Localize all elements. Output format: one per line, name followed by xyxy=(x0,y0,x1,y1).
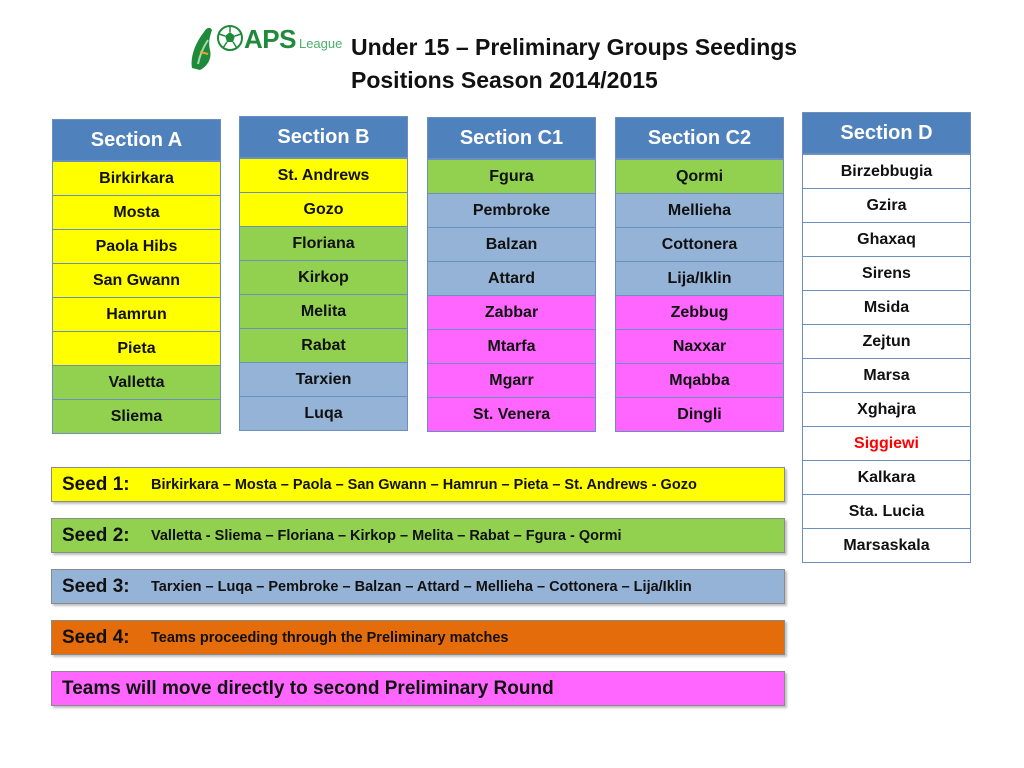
section-c1-table: Section C1 Fgura Pembroke Balzan Attard … xyxy=(427,117,596,432)
seed-label: Seed 3: xyxy=(62,575,130,597)
team-cell: Birkirkara xyxy=(53,161,220,195)
seed-teams: Teams proceeding through the Preliminary… xyxy=(151,629,509,646)
team-cell: Pembroke xyxy=(428,193,595,227)
seed-teams: Tarxien – Luqa – Pembroke – Balzan – Att… xyxy=(151,578,692,595)
team-cell: Hamrun xyxy=(53,297,220,331)
team-cell: Gozo xyxy=(240,192,407,226)
team-cell: Zabbar xyxy=(428,295,595,329)
team-cell: Zebbug xyxy=(616,295,783,329)
team-cell: San Gwann xyxy=(53,263,220,297)
section-header: Section C2 xyxy=(616,118,783,159)
team-cell: Mgarr xyxy=(428,363,595,397)
seed-label: Seed 1: xyxy=(62,473,130,495)
team-cell: Kalkara xyxy=(803,460,970,494)
title-line-1: Under 15 – Preliminary Groups Seedings xyxy=(351,34,798,60)
team-cell: Zejtun xyxy=(803,324,970,358)
team-cell: St. Andrews xyxy=(240,158,407,192)
team-cell: Balzan xyxy=(428,227,595,261)
team-cell: Msida xyxy=(803,290,970,324)
team-cell: Qormi xyxy=(616,159,783,193)
direct-entry-text: Teams will move directly to second Preli… xyxy=(62,677,554,699)
section-c2-table: Section C2 Qormi Mellieha Cottonera Lija… xyxy=(615,117,784,432)
team-cell: Ghaxaq xyxy=(803,222,970,256)
team-cell-highlighted: Siggiewi xyxy=(803,426,970,460)
section-a-table: Section A Birkirkara Mosta Paola Hibs Sa… xyxy=(52,119,221,434)
section-header: Section A xyxy=(53,120,220,161)
team-cell: Marsaskala xyxy=(803,528,970,562)
section-header: Section B xyxy=(240,117,407,158)
section-b-table: Section B St. Andrews Gozo Floriana Kirk… xyxy=(239,116,408,431)
seed-4-bar: Seed 4: Teams proceeding through the Pre… xyxy=(51,620,785,655)
seed-teams: Birkirkara – Mosta – Paola – San Gwann –… xyxy=(151,476,697,493)
seed-label: Seed 2: xyxy=(62,524,130,546)
section-d-table: Section D Birzebbugia Gzira Ghaxaq Siren… xyxy=(802,112,971,563)
seed-3-bar: Seed 3: Tarxien – Luqa – Pembroke – Balz… xyxy=(51,569,785,604)
section-header: Section D xyxy=(803,113,970,154)
team-cell: Dingli xyxy=(616,397,783,431)
team-cell: Paola Hibs xyxy=(53,229,220,263)
team-cell: Gzira xyxy=(803,188,970,222)
logo-suffix: League xyxy=(298,36,343,51)
team-cell: Sliema xyxy=(53,399,220,433)
team-cell: Valletta xyxy=(53,365,220,399)
logo-wordmark: APS League xyxy=(244,24,342,55)
team-cell: Xghajra xyxy=(803,392,970,426)
team-cell: Rabat xyxy=(240,328,407,362)
page-title: Under 15 – Preliminary Groups Seedings P… xyxy=(351,31,797,97)
team-cell: Kirkop xyxy=(240,260,407,294)
seed-2-bar: Seed 2: Valletta - Sliema – Floriana – K… xyxy=(51,518,785,553)
team-cell: St. Venera xyxy=(428,397,595,431)
title-line-2: Positions Season 2014/2015 xyxy=(351,67,658,93)
team-cell: Sta. Lucia xyxy=(803,494,970,528)
team-cell: Mqabba xyxy=(616,363,783,397)
team-cell: Marsa xyxy=(803,358,970,392)
seed-1-bar: Seed 1: Birkirkara – Mosta – Paola – San… xyxy=(51,467,785,502)
seed-label: Seed 4: xyxy=(62,626,130,648)
team-cell: Naxxar xyxy=(616,329,783,363)
team-cell: Lija/Iklin xyxy=(616,261,783,295)
team-cell: Mosta xyxy=(53,195,220,229)
logo-brand: APS xyxy=(244,24,296,54)
team-cell: Melita xyxy=(240,294,407,328)
team-cell: Fgura xyxy=(428,159,595,193)
team-cell: Cottonera xyxy=(616,227,783,261)
aps-league-logo: APS League xyxy=(186,20,346,72)
team-cell: Mellieha xyxy=(616,193,783,227)
seed-teams: Valletta - Sliema – Floriana – Kirkop – … xyxy=(151,527,622,544)
team-cell: Birzebbugia xyxy=(803,154,970,188)
team-cell: Sirens xyxy=(803,256,970,290)
direct-entry-bar: Teams will move directly to second Preli… xyxy=(51,671,785,706)
section-header: Section C1 xyxy=(428,118,595,159)
team-cell: Luqa xyxy=(240,396,407,430)
team-cell: Attard xyxy=(428,261,595,295)
team-cell: Mtarfa xyxy=(428,329,595,363)
team-cell: Tarxien xyxy=(240,362,407,396)
team-cell: Pieta xyxy=(53,331,220,365)
team-cell: Floriana xyxy=(240,226,407,260)
football-boot-ball-icon xyxy=(191,25,243,70)
